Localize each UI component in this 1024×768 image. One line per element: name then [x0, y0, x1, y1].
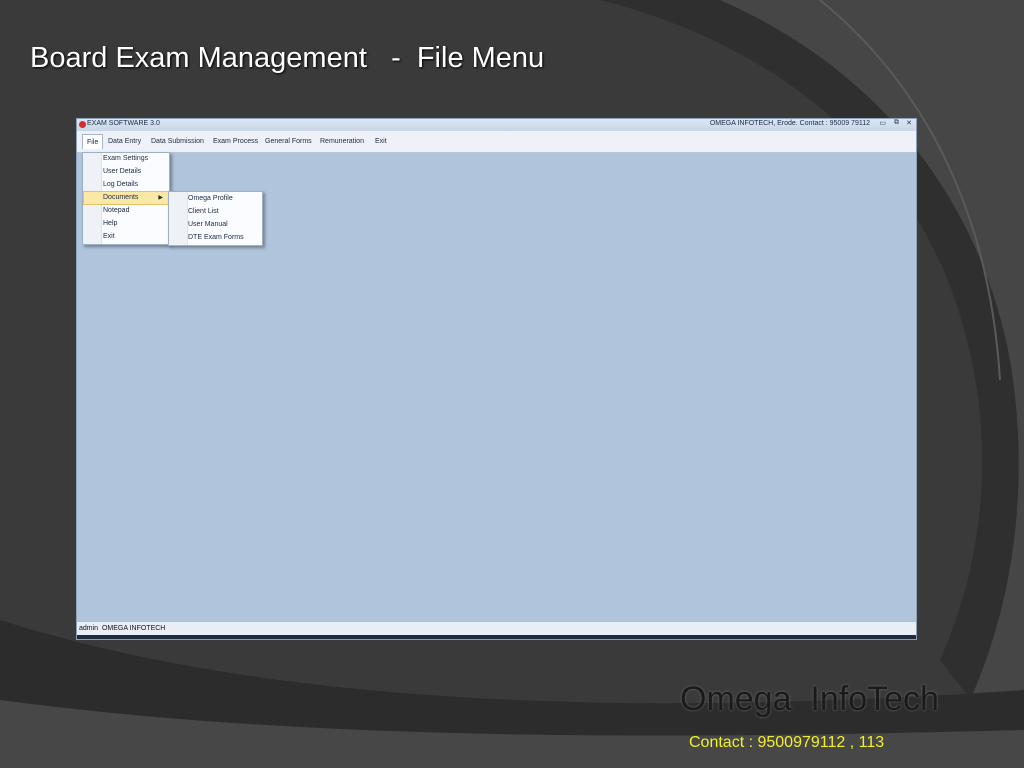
window-titlebar: EXAM SOFTWARE 3.0 OMEGA INFOTECH, Erode.… [77, 119, 916, 131]
file-menu-item-notepad[interactable]: Notepad [84, 205, 168, 217]
contact-info: Contact : 9500979112 , 113 [689, 734, 885, 751]
file-menu-item-log-details[interactable]: Log Details [84, 179, 168, 191]
company-contact: OMEGA INFOTECH, Erode. Contact : 95009 7… [709, 120, 870, 127]
window-title: EXAM SOFTWARE 3.0 [87, 120, 160, 127]
submenu-item-user-manual[interactable]: User Manual [188, 219, 228, 231]
status-bar: admin OMEGA INFOTECH [77, 621, 916, 636]
slide-title: Board Exam Management - File Menu [30, 42, 545, 74]
menu-exam-process[interactable]: Exam Process [213, 138, 258, 145]
file-menu-item-help[interactable]: Help [84, 218, 168, 230]
file-menu-item-user-details[interactable]: User Details [84, 166, 168, 178]
submenu-gutter [169, 192, 188, 245]
os-taskbar [77, 635, 916, 639]
file-menu-item-exam-settings[interactable]: Exam Settings [84, 153, 168, 165]
submenu-item-dte-exam-forms[interactable]: DTE Exam Forms [188, 232, 244, 244]
file-menu-item-documents[interactable]: Documents ▶ [83, 191, 169, 205]
app-logo-icon [79, 121, 86, 128]
menu-data-submission[interactable]: Data Submission [151, 138, 204, 145]
file-menu-item-exit[interactable]: Exit [84, 231, 168, 243]
menu-data-entry[interactable]: Data Entry [108, 138, 141, 145]
minimize-icon[interactable]: ▭ [879, 119, 886, 127]
status-text: admin OMEGA INFOTECH [79, 625, 166, 632]
menu-bar: File Data Entry Data Submission Exam Pro… [77, 131, 916, 153]
close-icon[interactable]: ✕ [906, 119, 912, 127]
submenu-item-client-list[interactable]: Client List [188, 206, 219, 218]
brand-name: Omega InfoTech [680, 680, 939, 718]
menu-general-forms[interactable]: General Forms [265, 138, 312, 145]
menu-exit[interactable]: Exit [375, 138, 387, 145]
file-menu-dropdown: Exam Settings User Details Log Details D… [82, 152, 170, 245]
submenu-arrow-icon: ▶ [158, 195, 163, 201]
menu-remuneration[interactable]: Remuneration [320, 138, 364, 145]
restore-icon[interactable]: ⧉ [894, 119, 899, 127]
menu-file[interactable]: File [82, 134, 104, 149]
app-window: EXAM SOFTWARE 3.0 OMEGA INFOTECH, Erode.… [76, 118, 917, 640]
documents-submenu: Omega Profile Client List User Manual DT… [168, 191, 263, 246]
submenu-item-omega-profile[interactable]: Omega Profile [188, 193, 233, 205]
